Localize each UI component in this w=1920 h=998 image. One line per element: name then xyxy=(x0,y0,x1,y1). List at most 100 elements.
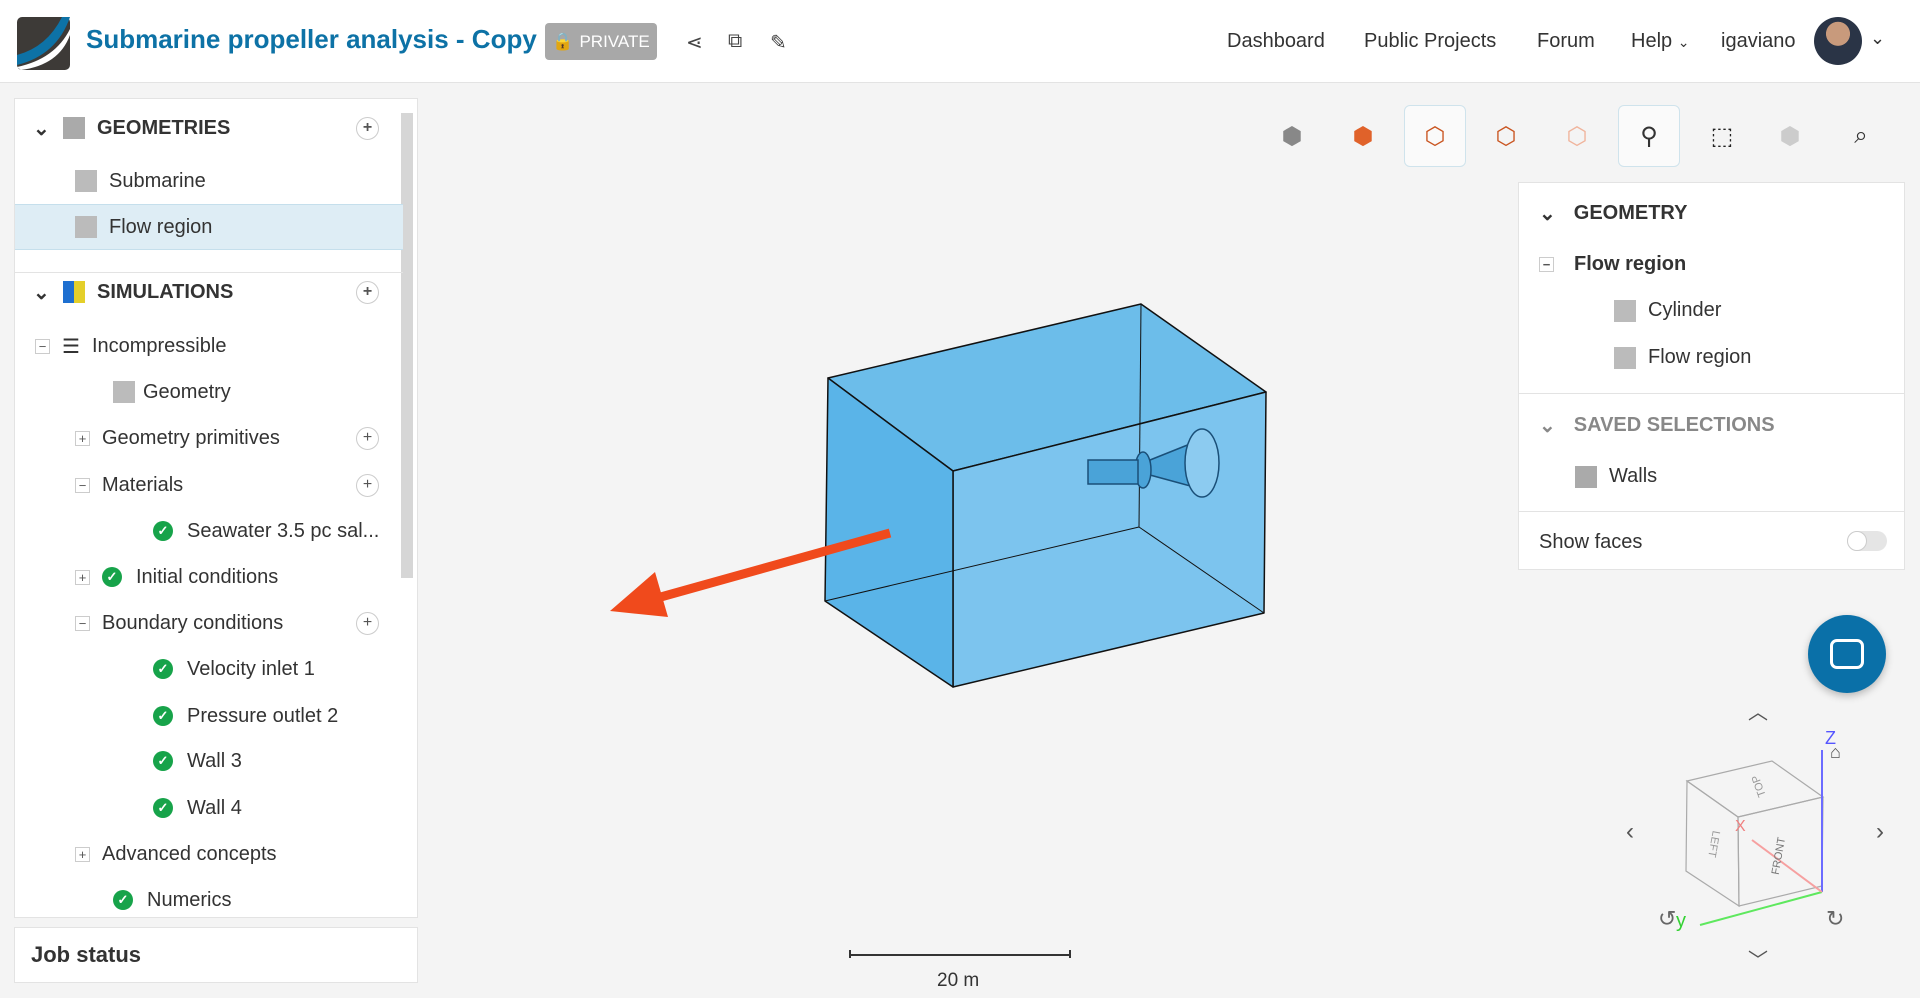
copy-icon[interactable]: ⧉ xyxy=(728,30,742,53)
item-label: Advanced concepts xyxy=(102,842,277,865)
saved-selections-header[interactable]: ⌄ SAVED SELECTIONS xyxy=(1539,413,1920,438)
tree-item-initial-conditions[interactable]: + ✓ Initial conditions xyxy=(15,554,403,600)
tree-item-velocity-inlet[interactable]: ✓ Velocity inlet 1 xyxy=(15,646,403,692)
rotate-down-icon[interactable]: ﹀ xyxy=(1748,944,1768,973)
collapse-toggle[interactable]: − xyxy=(75,615,90,631)
tree-item-advanced-concepts[interactable]: + Advanced concepts xyxy=(15,831,403,877)
chevron-down-icon[interactable]: ⌄ xyxy=(15,280,63,305)
collapse-toggle[interactable]: − xyxy=(75,477,90,493)
add-button[interactable]: + xyxy=(356,611,379,635)
geometry-check-icon xyxy=(113,381,135,403)
geometry-section-header[interactable]: ⌄ GEOMETRY xyxy=(1539,201,1920,226)
roll-cw-icon[interactable]: ↻ xyxy=(1826,906,1844,932)
job-status-panel[interactable]: Job status xyxy=(14,927,418,983)
lock-icon: 🔒 xyxy=(552,31,574,51)
simulations-header[interactable]: ⌄ SIMULATIONS + xyxy=(15,269,403,315)
tree-item-materials[interactable]: − Materials + xyxy=(15,462,403,508)
mesh-icon[interactable]: ⬢ xyxy=(1759,105,1821,167)
add-geometry-button[interactable]: + xyxy=(356,116,379,140)
item-label: Submarine xyxy=(109,169,206,192)
share-icon[interactable]: ⋖ xyxy=(686,30,703,55)
cube-face-top[interactable]: TOP xyxy=(1750,773,1769,798)
select-vertex-icon[interactable]: ⬡ xyxy=(1546,105,1608,167)
item-label: Materials xyxy=(102,473,184,496)
tree-item-submarine[interactable]: Submarine xyxy=(15,158,403,204)
scale-bar xyxy=(849,950,1071,958)
rotate-up-icon[interactable]: ︿ xyxy=(1748,696,1768,725)
item-label: Pressure outlet 2 xyxy=(187,704,339,727)
private-badge[interactable]: 🔒 PRIVATE xyxy=(545,23,657,60)
expand-toggle[interactable]: + xyxy=(75,846,90,862)
tree-item-boundary-conditions[interactable]: − Boundary conditions + xyxy=(15,600,403,646)
divider xyxy=(1519,393,1904,394)
tree-item-flow-region-solid[interactable]: Flow region xyxy=(1614,346,1920,369)
geometry-icon xyxy=(75,170,97,192)
edit-pencil-icon[interactable]: ✎ xyxy=(770,30,787,55)
item-label: Cylinder xyxy=(1648,299,1722,321)
tree-item-geometry-primitives[interactable]: + Geometry primitives + xyxy=(15,415,403,461)
rotate-left-icon[interactable]: ‹ xyxy=(1626,818,1634,846)
nav-help[interactable]: Help ⌄ xyxy=(1631,30,1689,53)
collapse-toggle[interactable]: − xyxy=(35,338,50,354)
chat-button[interactable] xyxy=(1808,615,1886,693)
simulation-type-icon: ☰ xyxy=(62,335,80,358)
chevron-down-icon[interactable]: ⌄ xyxy=(1539,413,1556,438)
select-edge-icon[interactable]: ⬡ xyxy=(1475,105,1537,167)
tree-item-incompressible[interactable]: − ☰ Incompressible xyxy=(15,323,403,369)
saved-selection-walls[interactable]: Walls xyxy=(1575,465,1920,488)
item-label: Boundary conditions xyxy=(102,611,284,634)
simulations-icon xyxy=(63,281,85,303)
point-probe-icon[interactable]: ⚲ xyxy=(1618,105,1680,167)
project-tree-panel: ⌄ GEOMETRIES + Submarine Flow region ⌄ SIMU… xyxy=(14,98,418,918)
avatar[interactable] xyxy=(1814,17,1862,65)
tree-item-pressure-outlet[interactable]: ✓ Pressure outlet 2 xyxy=(15,693,403,739)
user-menu-chevron-icon[interactable]: ⌄ xyxy=(1870,28,1885,49)
item-label: Velocity inlet 1 xyxy=(187,657,315,680)
box-select-icon[interactable]: ⬚ xyxy=(1691,105,1753,167)
tree-item-flow-region[interactable]: Flow region xyxy=(15,204,403,250)
add-button[interactable]: + xyxy=(356,473,379,497)
item-label: Wall 3 xyxy=(187,749,242,772)
divider xyxy=(1519,511,1904,512)
tree-item-geometry[interactable]: Geometry xyxy=(15,369,403,415)
cube-face-left[interactable]: LEFT xyxy=(1705,830,1721,859)
chevron-down-icon[interactable]: ⌄ xyxy=(15,116,63,141)
add-button[interactable]: + xyxy=(356,426,379,450)
box-right-face xyxy=(952,391,1267,688)
box-top-face xyxy=(827,303,1267,472)
tree-item-wall-3[interactable]: ✓ Wall 3 xyxy=(15,738,403,784)
scale-label: 20 m xyxy=(937,970,980,991)
simulations-label: SIMULATIONS xyxy=(97,280,234,303)
nav-dashboard[interactable]: Dashboard xyxy=(1227,30,1325,53)
top-header: Submarine propeller analysis - Copy 🔒 PRI… xyxy=(0,0,1920,83)
cube-face-front[interactable]: FRONT xyxy=(1770,836,1788,875)
item-label: Flow region xyxy=(1648,346,1752,368)
add-simulation-button[interactable]: + xyxy=(356,280,379,304)
app-logo[interactable] xyxy=(17,17,70,70)
chevron-down-icon[interactable]: ⌄ xyxy=(1539,201,1556,226)
tree-item-wall-4[interactable]: ✓ Wall 4 xyxy=(15,785,403,831)
check-icon: ✓ xyxy=(153,659,173,679)
geometries-icon xyxy=(63,117,85,139)
collapse-toggle[interactable]: − xyxy=(1539,257,1554,272)
nav-forum[interactable]: Forum xyxy=(1537,30,1595,53)
expand-toggle[interactable]: + xyxy=(75,569,90,585)
item-label: Flow region xyxy=(1574,253,1687,275)
tree-item-seawater[interactable]: ✓ Seawater 3.5 pc sal... xyxy=(15,508,403,554)
item-label: Incompressible xyxy=(91,334,227,357)
tree-item-cylinder[interactable]: Cylinder xyxy=(1614,299,1920,322)
expand-toggle[interactable]: + xyxy=(75,430,90,446)
home-view-icon[interactable]: ⌂ xyxy=(1830,742,1841,763)
tree-item-flow-region[interactable]: − Flow region xyxy=(1539,253,1920,276)
select-solid-icon[interactable]: ⬢ xyxy=(1332,105,1394,167)
select-face-icon[interactable]: ⬡ xyxy=(1404,105,1466,167)
measure-tape-icon[interactable]: ⌕ xyxy=(1830,105,1892,167)
tree-item-numerics[interactable]: ✓ Numerics xyxy=(15,877,403,917)
view-cube-icon[interactable]: ⬢ xyxy=(1261,105,1323,167)
geometries-header[interactable]: ⌄ GEOMETRIES + xyxy=(15,105,403,151)
roll-ccw-icon[interactable]: ↺ xyxy=(1658,906,1676,932)
show-faces-toggle[interactable] xyxy=(1847,531,1887,551)
nav-public-projects[interactable]: Public Projects xyxy=(1364,30,1496,53)
user-name[interactable]: igaviano xyxy=(1721,30,1796,53)
rotate-right-icon[interactable]: › xyxy=(1876,818,1884,846)
